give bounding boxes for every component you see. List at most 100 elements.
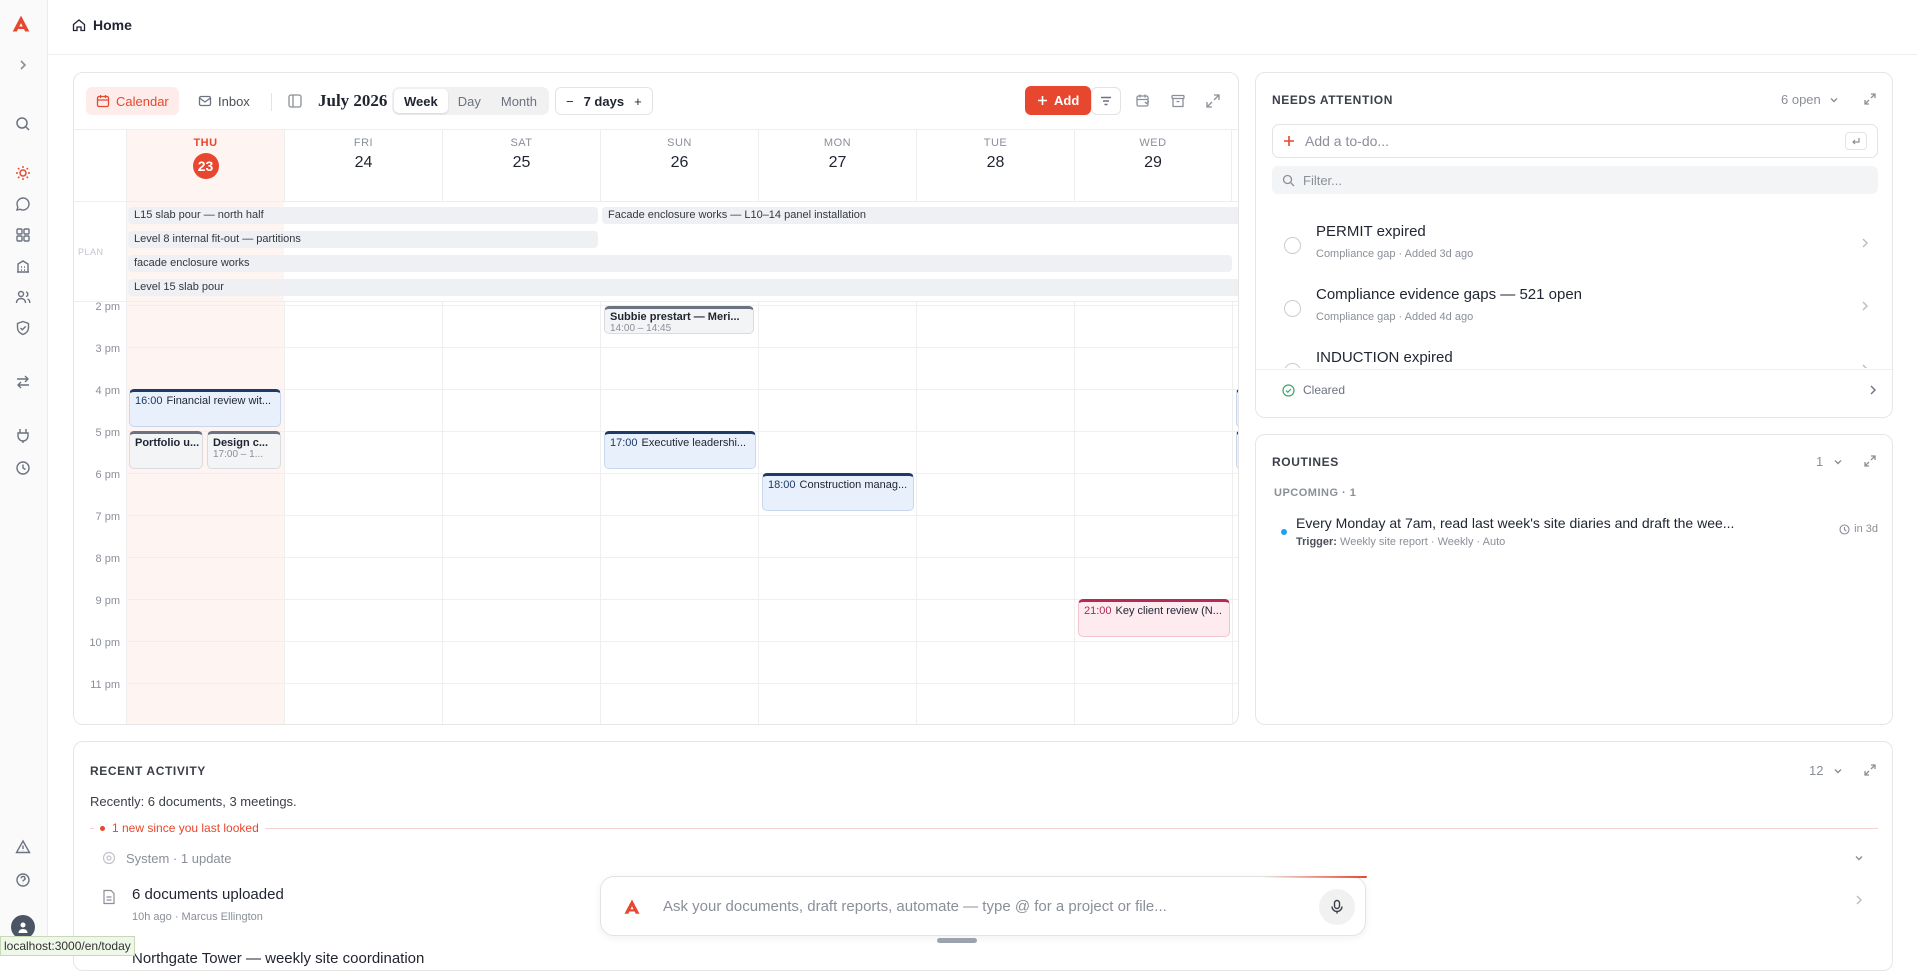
activity-title: 6 documents uploaded <box>132 886 284 903</box>
plan-bar[interactable]: Level 8 internal fit-out — partitions <box>128 231 598 248</box>
needs-attention-panel: NEEDS ATTENTION 6 open Add a to-do... Fi… <box>1255 72 1894 418</box>
routine-item[interactable]: Every Monday at 7am, read last week's si… <box>1272 513 1878 557</box>
list-item[interactable]: Compliance evidence gaps — 521 open Comp… <box>1272 280 1878 336</box>
event-title: Executive leadershi... <box>641 437 747 449</box>
list-item[interactable]: INDUCTION expired <box>1272 343 1878 368</box>
checkbox-circle[interactable] <box>1284 363 1301 368</box>
plan-bar[interactable]: L15 slab pour — north half <box>128 207 598 224</box>
sidebar-toggle-icon[interactable] <box>287 93 303 109</box>
day-header[interactable]: MON 27 <box>758 129 916 201</box>
hour-line <box>126 515 1238 516</box>
view-week[interactable]: Week <box>394 89 448 113</box>
calendar-event-overflow[interactable] <box>1236 389 1238 427</box>
day-header[interactable]: SUN 26 <box>600 129 758 201</box>
breadcrumb[interactable]: Home <box>72 17 132 33</box>
recent-count-dropdown[interactable]: 12 <box>1809 763 1843 778</box>
expand-icon[interactable] <box>1863 454 1877 468</box>
calendar-sync-icon[interactable] <box>1135 93 1151 109</box>
chat-icon[interactable] <box>13 194 33 214</box>
checkbox-circle[interactable] <box>1284 300 1301 317</box>
clock-icon[interactable] <box>13 458 33 478</box>
day-name: SAT <box>510 137 533 149</box>
shield-check-icon[interactable] <box>13 318 33 338</box>
chat-input[interactable]: Ask your documents, draft reports, autom… <box>663 898 1167 915</box>
plan-divider <box>74 301 1238 302</box>
day-header[interactable]: FRI 24 <box>284 129 442 201</box>
day-number: 28 <box>986 154 1005 171</box>
tab-calendar[interactable]: Calendar <box>86 87 179 115</box>
tab-inbox[interactable]: Inbox <box>188 87 260 115</box>
inbox-icon <box>198 94 212 108</box>
day-header[interactable]: WED 29 <box>1074 129 1232 201</box>
filter-input[interactable]: Filter... <box>1272 166 1878 194</box>
calendar-event[interactable]: Design c... 17:00 – 1... <box>207 431 281 469</box>
microphone-button[interactable] <box>1319 889 1355 925</box>
filter-button[interactable] <box>1091 87 1121 115</box>
recent-activity-panel: RECENT ACTIVITY 12 Recently: 6 documents… <box>73 741 1893 971</box>
building-icon[interactable] <box>13 256 33 276</box>
system-update-row[interactable]: System · 1 update <box>102 849 1864 867</box>
view-month[interactable]: Month <box>491 89 547 113</box>
day-header[interactable]: TUE 28 <box>916 129 1074 201</box>
day-name: FRI <box>353 137 374 149</box>
expand-sidebar-icon[interactable] <box>13 55 33 75</box>
today-sun-icon[interactable] <box>13 163 33 183</box>
day-name: TUE <box>983 137 1008 149</box>
checkbox-circle[interactable] <box>1284 237 1301 254</box>
routines-title: ROUTINES <box>1272 455 1339 469</box>
activity-title[interactable]: Northgate Tower — weekly site coordinati… <box>132 950 424 967</box>
plan-bar[interactable]: facade enclosure works <box>128 255 1232 272</box>
filter-placeholder: Filter... <box>1303 172 1343 188</box>
range-minus-button[interactable]: − <box>566 94 574 109</box>
resize-handle[interactable] <box>937 938 977 943</box>
chat-composer[interactable]: Ask your documents, draft reports, autom… <box>600 876 1367 936</box>
apps-grid-icon[interactable] <box>13 225 33 245</box>
view-day[interactable]: Day <box>448 89 491 113</box>
open-count: 6 open <box>1781 92 1821 107</box>
day-number: 26 <box>670 154 689 171</box>
routines-count-dropdown[interactable]: 1 <box>1816 454 1843 469</box>
list-item[interactable]: PERMIT expired Compliance gap · Added 3d… <box>1272 217 1878 273</box>
range-stepper: − 7 days + <box>555 87 653 115</box>
app-logo-icon[interactable] <box>11 14 31 34</box>
cleared-row[interactable]: Cleared <box>1282 380 1878 400</box>
add-todo-input[interactable]: Add a to-do... <box>1272 124 1878 158</box>
expand-icon[interactable] <box>1863 92 1877 106</box>
routine-trigger: Weekly site report · Weekly · Auto <box>1340 536 1506 548</box>
header-divider <box>74 201 1238 202</box>
calendar-event[interactable]: Subbie prestart — Meri... 14:00 – 14:45 <box>604 306 754 334</box>
hour-line <box>126 683 1238 684</box>
calendar-event[interactable]: 18:00 Construction manag... <box>762 473 914 511</box>
day-header[interactable]: THU 23 <box>126 129 284 201</box>
swap-arrows-icon[interactable] <box>13 372 33 392</box>
help-icon[interactable] <box>13 870 33 890</box>
chevron-right-icon <box>1860 237 1870 249</box>
plan-bar[interactable]: Level 15 slab pour <box>128 279 1238 296</box>
plug-icon[interactable] <box>13 426 33 446</box>
enter-key-icon[interactable] <box>1845 132 1867 150</box>
calendar-event[interactable]: 16:00 Financial review wit... <box>129 389 281 427</box>
event-title: Portfolio u... <box>135 437 200 449</box>
people-icon[interactable] <box>13 287 33 307</box>
view-switcher: Week Day Month <box>392 87 549 115</box>
calendar-event[interactable]: Portfolio u... <box>129 431 203 469</box>
calendar-event[interactable]: 21:00 Key client review (N... <box>1078 599 1230 637</box>
activity-time: 10h ago <box>132 911 172 923</box>
event-time: 17:00 <box>610 437 638 449</box>
calendar-event[interactable]: 17:00 Executive leadershi... <box>604 431 756 469</box>
calendar-event-overflow[interactable] <box>1236 431 1238 469</box>
plan-bar[interactable]: Facade enclosure works — L10–14 panel in… <box>602 207 1238 224</box>
status-dot <box>1281 529 1287 535</box>
routines-count: 1 <box>1816 454 1824 469</box>
search-icon[interactable] <box>13 114 33 134</box>
archive-icon[interactable] <box>1170 93 1186 109</box>
range-plus-button[interactable]: + <box>634 94 642 109</box>
day-header[interactable]: SAT 25 <box>442 129 600 201</box>
add-button[interactable]: Add <box>1025 86 1092 115</box>
warning-icon[interactable] <box>13 837 33 857</box>
open-count-dropdown[interactable]: 6 open <box>1781 92 1839 107</box>
expand-icon[interactable] <box>1205 93 1221 109</box>
expand-icon[interactable] <box>1863 763 1877 777</box>
hour-label: 7 pm <box>95 511 120 523</box>
hour-label: 6 pm <box>95 469 120 481</box>
